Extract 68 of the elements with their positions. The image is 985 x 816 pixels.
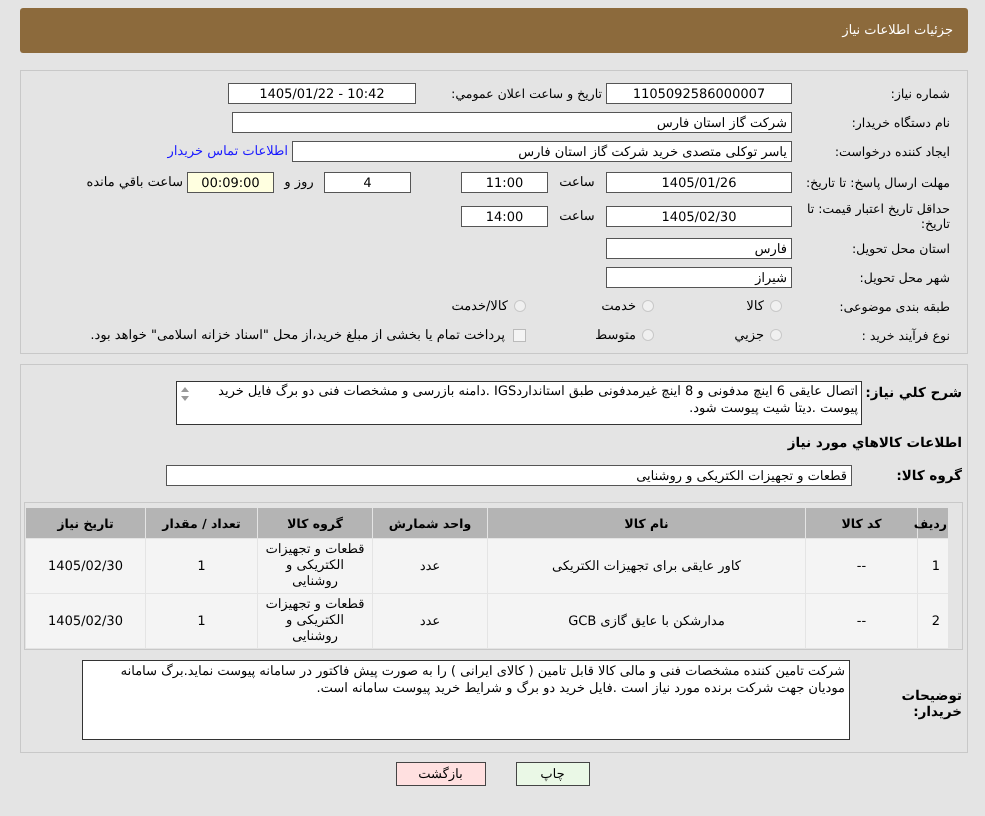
- table-cell: 2: [918, 594, 948, 648]
- radio-button[interactable]: [642, 329, 654, 341]
- radio-button[interactable]: [642, 300, 654, 312]
- field-label: شرح کلي نیاز:: [864, 384, 963, 401]
- column-header: تعداد / مقدار: [146, 508, 258, 538]
- table-cell: 1: [918, 538, 948, 594]
- validity-time-field: 14:00: [461, 206, 548, 226]
- checkbox[interactable]: [513, 328, 526, 342]
- payment-note: پرداخت تمام یا بخشی از مبلغ خرید،از محل "اسناد خزانه اسلامی" خواهد بود.: [90, 328, 505, 342]
- deadline-time-field: 11:00: [461, 172, 548, 192]
- column-header: تاریخ نیاز: [26, 508, 146, 538]
- column-header: واحد شمارش: [372, 508, 488, 538]
- city-field: شیراز: [606, 266, 792, 288]
- column-header: نام کالا: [488, 508, 806, 538]
- buyer-contact-link[interactable]: اطلاعات تماس خریدار: [168, 144, 288, 158]
- action-button[interactable]: بازگشت: [396, 762, 486, 786]
- table-cell: عدد: [372, 538, 488, 594]
- table-cell: 1405/02/30: [26, 594, 146, 648]
- field-label: ایجاد کننده درخواست:: [834, 144, 951, 158]
- table-cell: 1: [146, 594, 258, 648]
- table-cell: قطعات و تجهیزات الکتریکی و روشنایی: [258, 538, 372, 594]
- field-label: استان محل تحویل:: [850, 240, 951, 256]
- field-label: توضیحات خریدار:: [900, 687, 963, 720]
- time-label: ساعت: [558, 208, 596, 224]
- radio-label: کالا/خدمت: [450, 298, 508, 314]
- table-cell: --: [806, 594, 918, 648]
- table-cell: 1405/02/30: [26, 538, 146, 594]
- days-field: 4: [324, 172, 411, 192]
- radio-button[interactable]: [514, 300, 526, 312]
- field-label: نوع فرآیند خرید :: [860, 328, 951, 342]
- announce-date-field: 1405/01/22 - 10:42: [228, 82, 416, 104]
- radio-button[interactable]: [770, 300, 782, 312]
- remaining-label: ساعت باقي مانده: [86, 174, 184, 190]
- remaining-time-field: 00:09:00: [187, 172, 274, 192]
- creator-field: یاسر توکلی متصدی خرید شرکت گاز استان فارس: [292, 140, 792, 162]
- validity-date-field: 1405/02/30: [606, 206, 792, 226]
- radio-label: خدمت: [600, 298, 636, 314]
- radio-label: جزیي: [733, 328, 764, 342]
- field-label: طبقه بندی موضوعی:: [838, 298, 951, 314]
- field-label: تاریخ و ساعت اعلان عمومي:: [450, 86, 602, 100]
- description-field: اتصال عایقی 6 اینچ مدفونی و 8 اینچ غیرمدفونی طبق استانداردIGS .دامنه بازرسی و مشخصات فنی دو برگ فایل خرید پیوست .دیتا شیت پیوست شود.: [176, 381, 862, 425]
- need-number-field: 1105092586000007: [606, 82, 792, 104]
- time-label: ساعت: [558, 174, 596, 190]
- field-label: مهلت ارسال پاسخ: تا تاریخ:: [804, 174, 951, 190]
- field-label: نام دستگاه خریدار:: [850, 114, 951, 130]
- table-cell: --: [806, 538, 918, 594]
- field-label: شماره نیاز:: [890, 86, 951, 100]
- section-heading: اطلاعات کالاهاي مورد نیاز: [786, 434, 963, 453]
- table-cell: عدد: [372, 594, 488, 648]
- table-cell: کاور عایقی برای تجهیزات الکتریکی: [488, 538, 806, 594]
- buyer-field: شرکت گاز استان فارس: [232, 112, 792, 132]
- radio-button[interactable]: [770, 329, 782, 341]
- goods-group-field: قطعات و تجهیزات الکتریکی و روشنایی: [166, 465, 852, 486]
- column-header: گروه کالا: [258, 508, 372, 538]
- deadline-date-field: 1405/01/26: [606, 172, 792, 192]
- field-label: حداقل تاریخ اعتبار قیمت: تا تاریخ:: [806, 201, 951, 231]
- radio-label: کالا: [745, 298, 764, 314]
- table-cell: 1: [146, 538, 258, 594]
- days-label: روز و: [282, 174, 315, 190]
- page-title: جزئیات اطلاعات نیاز: [842, 23, 953, 38]
- buyer-notes-field: شرکت تامین کننده مشخصات فنی و مالی کالا قابل تامین ( کالای ایرانی ) را به صورت پیش فاکتور در سامانه پیوست نماید.برگ سامانه مودیان جهت شرکت برنده مورد نیاز است .فایل خرید دو برگ و شرایط خرید پیوست سامانه است.: [82, 660, 850, 740]
- field-label: شهر محل تحویل:: [858, 270, 951, 284]
- radio-label: متوسط: [594, 328, 636, 342]
- action-button[interactable]: چاپ: [516, 762, 590, 786]
- table-cell: مدارشکن با عایق گازی GCB: [488, 594, 806, 648]
- field-label: گروه کالا:: [895, 468, 963, 484]
- table-cell: قطعات و تجهیزات الکتریکی و روشنایی: [258, 594, 372, 648]
- province-field: فارس: [606, 238, 792, 258]
